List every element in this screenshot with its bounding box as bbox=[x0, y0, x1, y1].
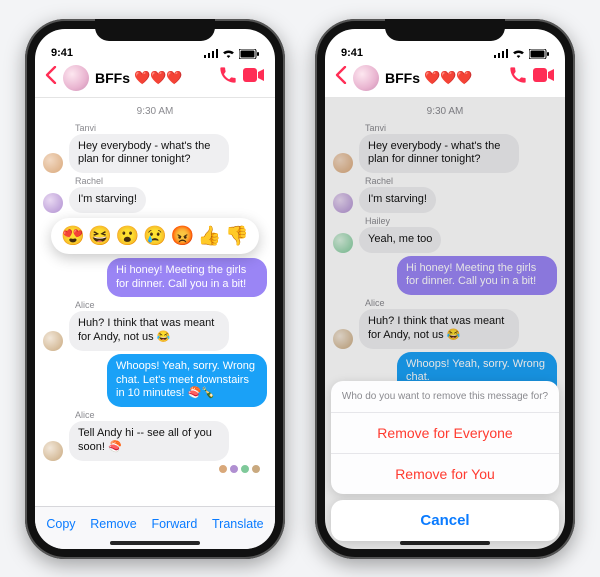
home-indicator[interactable] bbox=[110, 541, 200, 545]
chat-title[interactable]: BFFs ❤️❤️❤️ bbox=[95, 70, 183, 86]
screen-left: 9:41 BFFs ❤️❤️❤️ bbox=[35, 29, 275, 549]
chat-title-text: BFFs bbox=[95, 70, 130, 86]
message-row: Hi honey! Meeting the girls for dinner. … bbox=[43, 258, 267, 298]
sender-avatar[interactable] bbox=[43, 153, 63, 173]
message-row: Huh? I think that was meant for Andy, no… bbox=[43, 311, 267, 351]
notch bbox=[95, 19, 215, 41]
message-row: Hey everybody - what's the plan for dinn… bbox=[43, 134, 267, 174]
remove-for-you-button[interactable]: Remove for You bbox=[331, 454, 559, 494]
remove-button[interactable]: Remove bbox=[90, 517, 137, 531]
cellular-icon bbox=[204, 49, 218, 58]
action-sheet: Who do you want to remove this message f… bbox=[331, 381, 559, 541]
phone-mockup-right: 9:41 BFFs ❤️❤️❤️ bbox=[315, 19, 575, 559]
copy-button[interactable]: Copy bbox=[46, 517, 75, 531]
cellular-icon bbox=[494, 49, 508, 58]
back-button[interactable] bbox=[45, 66, 57, 90]
chat-header: BFFs ❤️❤️❤️ bbox=[35, 61, 275, 98]
sender-avatar[interactable] bbox=[43, 331, 63, 351]
chat-header: BFFs ❤️❤️❤️ bbox=[325, 61, 565, 98]
conversation[interactable]: 9:30 AM Tanvi Hey everybody - what's the… bbox=[35, 98, 275, 506]
chat-avatar[interactable] bbox=[63, 65, 89, 91]
reaction-wow[interactable]: 😮 bbox=[116, 224, 140, 248]
video-call-button[interactable] bbox=[243, 68, 265, 87]
sender-avatar[interactable] bbox=[43, 441, 63, 461]
sender-name: Rachel bbox=[75, 176, 267, 186]
hearts-icon: ❤️❤️❤️ bbox=[134, 70, 183, 86]
notch bbox=[385, 19, 505, 41]
wifi-icon bbox=[512, 49, 525, 59]
screen-right: 9:41 BFFs ❤️❤️❤️ bbox=[325, 29, 565, 549]
chat-avatar[interactable] bbox=[353, 65, 379, 91]
reaction-picker-anchor: 😍 😆 😮 😢 😡 👍 👎 bbox=[43, 216, 267, 258]
message-bubble[interactable]: Tell Andy hi -- see all of you soon! 🍣 bbox=[69, 421, 229, 461]
reaction-thumbs-down[interactable]: 👎 bbox=[225, 224, 249, 248]
chat-title[interactable]: BFFs ❤️❤️❤️ bbox=[385, 70, 473, 86]
chat-title-text: BFFs bbox=[385, 70, 420, 86]
phone-mockup-left: 9:41 BFFs ❤️❤️❤️ bbox=[25, 19, 285, 559]
reaction-haha[interactable]: 😆 bbox=[88, 224, 112, 248]
timestamp-label: 9:30 AM bbox=[43, 106, 267, 117]
video-call-button[interactable] bbox=[533, 68, 555, 87]
translate-button[interactable]: Translate bbox=[212, 517, 264, 531]
sender-name: Alice bbox=[75, 300, 267, 310]
reaction-sad[interactable]: 😢 bbox=[143, 224, 167, 248]
action-sheet-prompt: Who do you want to remove this message f… bbox=[331, 381, 559, 413]
battery-icon bbox=[529, 49, 549, 59]
reaction-thumbs-up[interactable]: 👍 bbox=[198, 224, 222, 248]
home-indicator[interactable] bbox=[400, 541, 490, 545]
message-row: I'm starving! bbox=[43, 187, 267, 213]
status-time: 9:41 bbox=[51, 47, 73, 59]
sender-name: Tanvi bbox=[75, 123, 267, 133]
conversation[interactable]: 9:30 AM Tanvi Hey everybody - what's the… bbox=[325, 98, 565, 549]
back-button[interactable] bbox=[335, 66, 347, 90]
message-bubble[interactable]: Huh? I think that was meant for Andy, no… bbox=[69, 311, 229, 351]
reaction-angry[interactable]: 😡 bbox=[171, 224, 195, 248]
status-time: 9:41 bbox=[341, 47, 363, 59]
message-bubble[interactable]: Hey everybody - what's the plan for dinn… bbox=[69, 134, 229, 174]
remove-for-everyone-button[interactable]: Remove for Everyone bbox=[331, 413, 559, 454]
battery-icon bbox=[239, 49, 259, 59]
voice-call-button[interactable] bbox=[219, 66, 237, 89]
voice-call-button[interactable] bbox=[509, 66, 527, 89]
hearts-icon: ❤️❤️❤️ bbox=[424, 70, 473, 86]
reaction-love[interactable]: 😍 bbox=[61, 224, 85, 248]
message-row: Whoops! Yeah, sorry. Wrong chat. Let's m… bbox=[43, 354, 267, 407]
forward-button[interactable]: Forward bbox=[151, 517, 197, 531]
message-row: Tell Andy hi -- see all of you soon! 🍣 bbox=[43, 421, 267, 461]
wifi-icon bbox=[222, 49, 235, 59]
sender-avatar[interactable] bbox=[43, 193, 63, 213]
cancel-button[interactable]: Cancel bbox=[331, 500, 559, 541]
seen-indicators bbox=[43, 464, 267, 474]
sender-name: Alice bbox=[75, 410, 267, 420]
message-bubble[interactable]: I'm starving! bbox=[69, 187, 146, 213]
reaction-picker[interactable]: 😍 😆 😮 😢 😡 👍 👎 bbox=[51, 218, 259, 254]
message-bubble-own[interactable]: Whoops! Yeah, sorry. Wrong chat. Let's m… bbox=[107, 354, 267, 407]
message-bubble-own[interactable]: Hi honey! Meeting the girls for dinner. … bbox=[107, 258, 267, 298]
